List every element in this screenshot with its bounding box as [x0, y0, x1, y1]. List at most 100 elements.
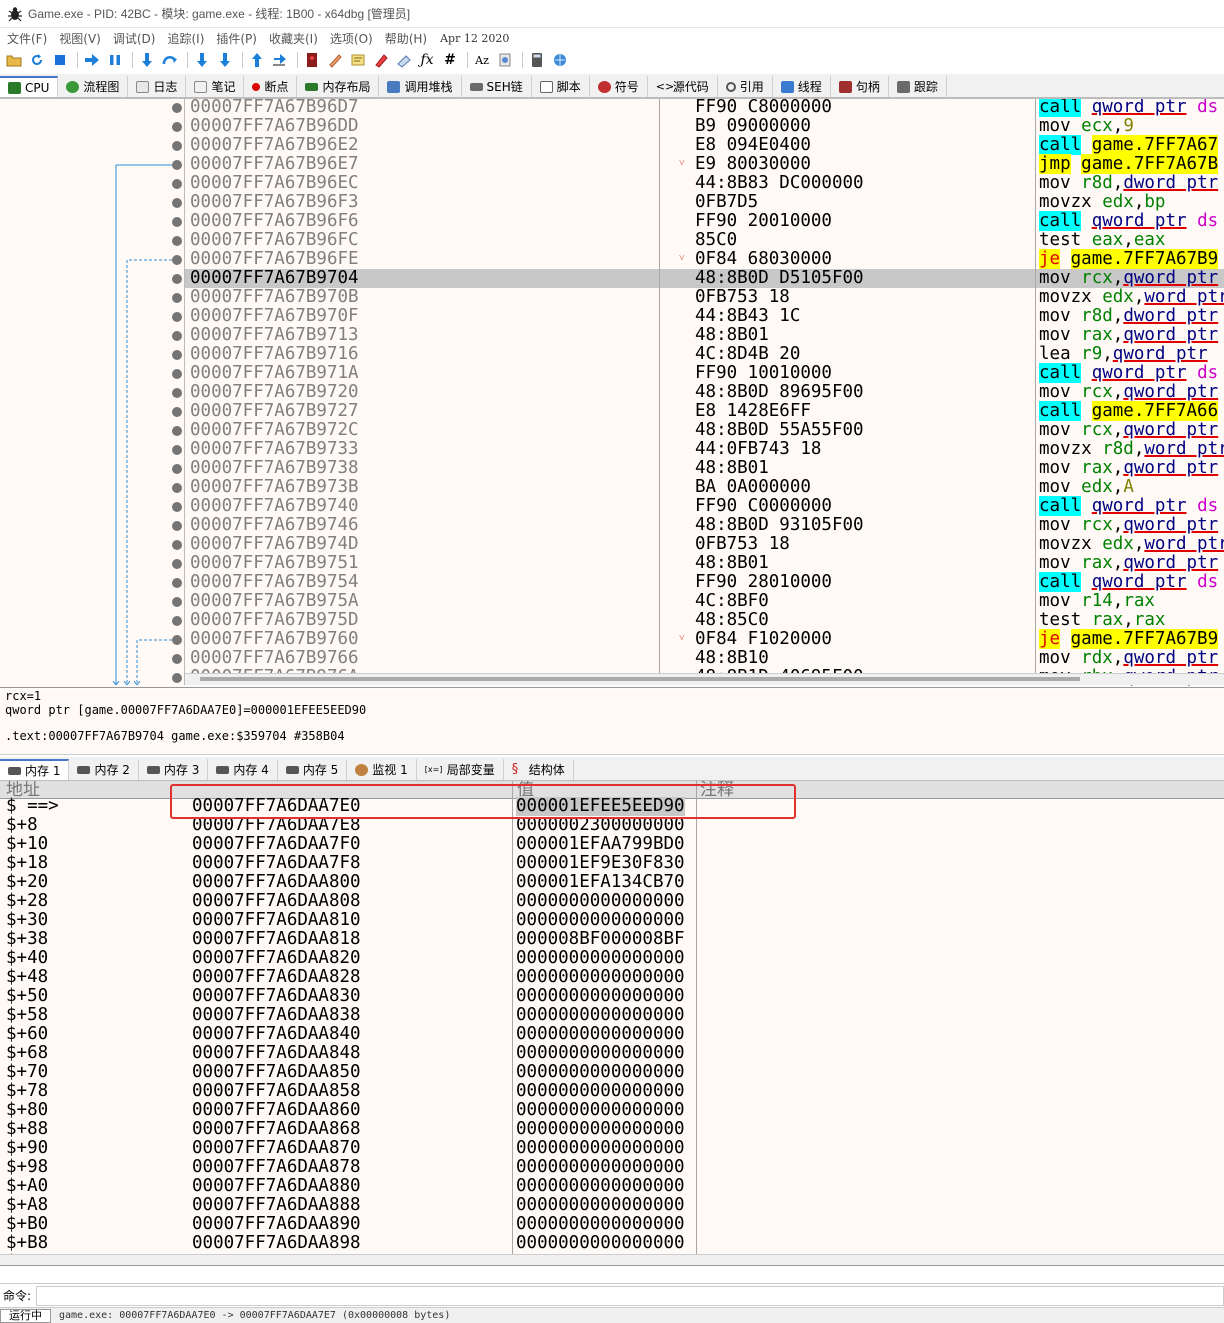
instruction-text[interactable]: je game.7FF7A67B9 [1039, 629, 1219, 649]
instruction-text[interactable]: test rax,rax [1039, 611, 1165, 630]
dump-value[interactable]: 0000000000000000 [516, 1044, 685, 1063]
dump-value[interactable]: 0000000000000000 [516, 1025, 685, 1044]
instruction-address[interactable]: 00007FF7A67B972C [190, 421, 359, 440]
instruction-address[interactable]: 00007FF7A67B9746 [190, 516, 359, 535]
run-to-user-code-icon[interactable] [270, 51, 290, 69]
menu-trace[interactable]: 追踪(I) [167, 30, 204, 47]
step-into-icon[interactable] [137, 51, 157, 69]
dump-value[interactable]: 0000000000000000 [516, 1101, 685, 1120]
tab-call-stack[interactable]: 调用堆栈 [379, 76, 462, 97]
instruction-text[interactable]: mov r8d,dword ptr [1039, 174, 1218, 193]
breakpoint-dot[interactable] [172, 502, 182, 512]
dump-offset[interactable]: $+A8 [6, 1196, 48, 1215]
dump-offset[interactable]: $+90 [6, 1139, 48, 1158]
dump-address[interactable]: 00007FF7A6DAA808 [192, 892, 361, 911]
instruction-bytes[interactable]: 48:8B01 [695, 554, 769, 573]
menu-help[interactable]: 帮助(H) [385, 30, 427, 47]
function-icon[interactable]: ƒx [417, 51, 437, 69]
dump-address[interactable]: 00007FF7A6DAA890 [192, 1215, 361, 1234]
dump-offset[interactable]: $+B0 [6, 1215, 48, 1234]
dump-view[interactable]: 地址 值 注释 $ ==> 00007FF7A6DAA7E0 000001EFEE5… [0, 781, 1224, 1266]
instruction-address[interactable]: 00007FF7A67B96D7 [190, 99, 359, 117]
instruction-text[interactable]: mov rdx,qword ptr [1039, 649, 1218, 668]
dump-address[interactable]: 00007FF7A6DAA800 [192, 873, 361, 892]
breakpoint-dot[interactable] [172, 160, 182, 170]
instruction-bytes[interactable]: 0FB7D5 [695, 193, 758, 212]
breakpoint-dot[interactable] [172, 217, 182, 227]
calculator-icon[interactable] [527, 51, 547, 69]
breakpoint-dot[interactable] [172, 331, 182, 341]
breakpoint-dot[interactable] [172, 445, 182, 455]
tab-locals[interactable]: [x=] 局部变量 [416, 759, 504, 780]
dump-value[interactable]: 000001EFA134CB70 [516, 873, 685, 892]
instruction-address[interactable]: 00007FF7A67B9751 [190, 554, 359, 573]
instruction-text[interactable]: mov ecx,9 [1039, 117, 1134, 136]
dump-offset[interactable]: $+20 [6, 873, 48, 892]
breakpoint-dot[interactable] [172, 673, 182, 683]
instruction-bytes[interactable]: 44:0FB743 18 [695, 440, 821, 459]
tab-dump-5[interactable]: 内存 5 [277, 759, 348, 780]
menu-plugins[interactable]: 插件(P) [216, 30, 257, 47]
dump-offset[interactable]: $+38 [6, 930, 48, 949]
dump-value[interactable]: 0000000000000000 [516, 1063, 685, 1082]
instruction-bytes[interactable]: E8 1428E6FF [695, 402, 811, 421]
instruction-bytes[interactable]: FF90 C8000000 [695, 99, 832, 117]
dump-value[interactable]: 0000000000000000 [516, 987, 685, 1006]
tab-seh[interactable]: SEH链 [461, 76, 532, 97]
tab-trace[interactable]: 跟踪 [888, 76, 947, 97]
breakpoint-dot[interactable] [172, 635, 182, 645]
instruction-bytes[interactable]: 44:8B43 1C [695, 307, 800, 326]
instruction-address[interactable]: 00007FF7A67B96F6 [190, 212, 359, 231]
dump-address[interactable]: 00007FF7A6DAA888 [192, 1196, 361, 1215]
instruction-bytes[interactable]: 48:85C0 [695, 611, 769, 630]
dump-offset[interactable]: $+10 [6, 835, 48, 854]
label-icon[interactable] [348, 51, 368, 69]
instruction-text[interactable]: call game.7FF7A66 [1039, 401, 1219, 421]
breakpoint-dot[interactable] [172, 597, 182, 607]
dump-address[interactable]: 00007FF7A6DAA868 [192, 1120, 361, 1139]
instruction-bytes[interactable]: E9 80030000 [695, 155, 811, 174]
tab-dump-4[interactable]: 内存 4 [208, 759, 278, 780]
dump-value[interactable]: 0000000000000000 [516, 968, 685, 987]
instruction-address[interactable]: 00007FF7A67B9727 [190, 402, 359, 421]
dump-value[interactable]: 0000000000000000 [516, 1006, 685, 1025]
dump-value[interactable]: 0000000000000000 [516, 1234, 685, 1253]
dump-address[interactable]: 00007FF7A6DAA838 [192, 1006, 361, 1025]
instruction-address[interactable]: 00007FF7A67B96E7 [190, 155, 359, 174]
breakpoint-dot[interactable] [172, 255, 182, 265]
breakpoint-dot[interactable] [172, 350, 182, 360]
dump-address[interactable]: 00007FF7A6DAA878 [192, 1158, 361, 1177]
instruction-address[interactable]: 00007FF7A67B9713 [190, 326, 359, 345]
breakpoint-dot[interactable] [172, 483, 182, 493]
instruction-bytes[interactable]: 48:8B0D D5105F00 [695, 269, 864, 288]
menu-options[interactable]: 选项(O) [330, 30, 373, 47]
instruction-text[interactable]: mov edx,A [1039, 478, 1134, 497]
execute-till-return-icon[interactable] [247, 51, 267, 69]
breakpoint-dot[interactable] [172, 122, 182, 132]
instruction-address[interactable]: 00007FF7A67B9766 [190, 649, 359, 668]
breakpoint-dot[interactable] [172, 274, 182, 284]
tab-source[interactable]: <> 源代码 [647, 76, 718, 97]
dump-offset[interactable]: $+18 [6, 854, 48, 873]
instruction-text[interactable]: call qword ptr ds [1039, 211, 1218, 231]
instruction-text[interactable]: call qword ptr ds [1039, 363, 1218, 383]
instruction-bytes[interactable]: 0F84 68030000 [695, 250, 832, 269]
dump-offset[interactable]: $+28 [6, 892, 48, 911]
open-icon[interactable] [4, 51, 24, 69]
instruction-address[interactable]: 00007FF7A67B9733 [190, 440, 359, 459]
globe-icon[interactable] [550, 51, 570, 69]
dump-address[interactable]: 00007FF7A6DAA7F8 [192, 854, 361, 873]
dump-address[interactable]: 00007FF7A6DAA898 [192, 1234, 361, 1253]
instruction-address[interactable]: 00007FF7A67B96FC [190, 231, 359, 250]
patch-icon[interactable] [302, 51, 322, 69]
dump-value[interactable]: 000001EF9E30F830 [516, 854, 685, 873]
tab-notes[interactable]: 笔记 [186, 76, 245, 97]
dump-value[interactable]: 0000000000000000 [516, 892, 685, 911]
tab-cpu[interactable]: CPU [0, 76, 59, 97]
instruction-bytes[interactable]: B9 09000000 [695, 117, 811, 136]
tab-watch-1[interactable]: 监视 1 [347, 759, 417, 780]
instruction-bytes[interactable]: FF90 C0000000 [695, 497, 832, 516]
instruction-bytes[interactable]: 4C:8D4B 20 [695, 345, 800, 364]
trace-over-icon[interactable] [215, 51, 235, 69]
tab-dump-3[interactable]: 内存 3 [138, 759, 209, 780]
